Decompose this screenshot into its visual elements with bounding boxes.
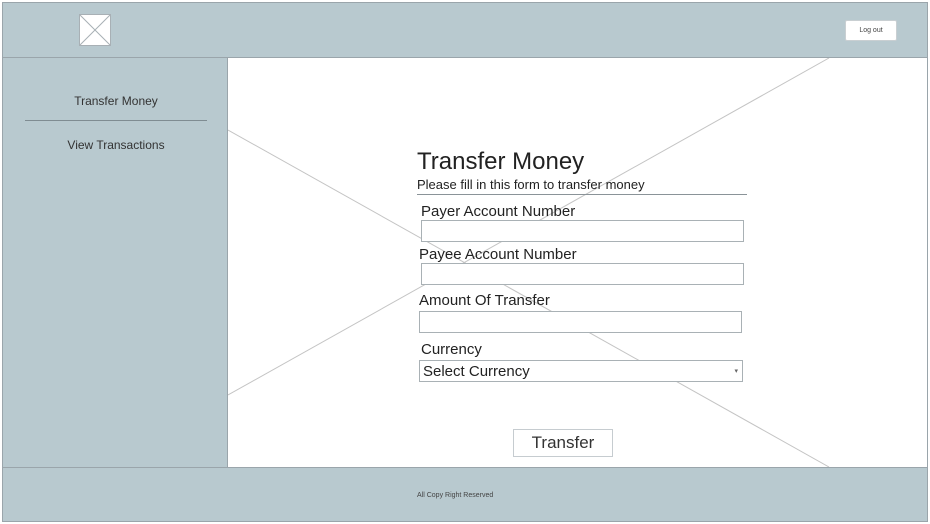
sidebar-item-view-transactions[interactable]: View Transactions	[25, 138, 207, 152]
amount-input[interactable]	[419, 311, 742, 333]
footer-bar: All Copy Right Reserved	[3, 467, 927, 521]
logout-button[interactable]: Log out	[845, 20, 897, 41]
chevron-down-icon: ▾	[734, 368, 738, 375]
main-content: Transfer Money Please fill in this form …	[228, 58, 927, 467]
page-title: Transfer Money	[417, 148, 585, 175]
currency-select[interactable]: Select Currency ▾	[419, 360, 743, 382]
payee-account-input[interactable]	[421, 263, 744, 285]
payee-account-label: Payee Account Number	[419, 246, 577, 263]
logo-placeholder-icon	[79, 14, 111, 46]
sidebar: Transfer Money View Transactions	[3, 58, 228, 467]
payer-account-input[interactable]	[421, 220, 744, 242]
currency-selected-value: Select Currency	[423, 363, 530, 380]
header-bar: Log out	[3, 3, 927, 58]
transfer-button[interactable]: Transfer	[513, 429, 613, 457]
app-frame: Log out Transfer Money View Transactions…	[2, 2, 928, 522]
amount-label: Amount Of Transfer	[419, 292, 550, 309]
footer-copyright: All Copy Right Reserved	[417, 492, 494, 499]
payer-account-label: Payer Account Number	[421, 203, 576, 220]
sidebar-item-transfer-money[interactable]: Transfer Money	[25, 94, 207, 121]
currency-label: Currency	[421, 341, 482, 358]
divider	[417, 194, 747, 195]
form-subtitle: Please fill in this form to transfer mon…	[417, 177, 645, 192]
